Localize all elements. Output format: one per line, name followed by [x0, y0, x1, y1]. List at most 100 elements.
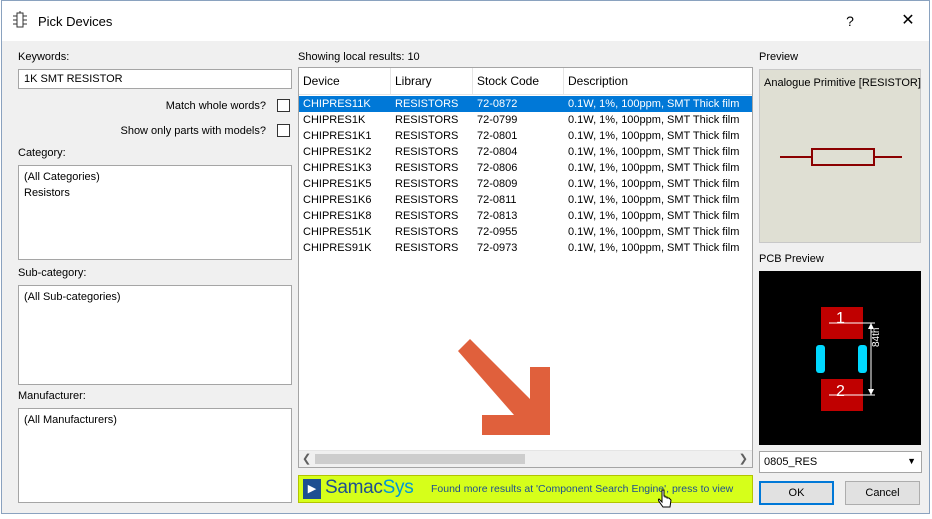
arrow-pointer-icon [458, 339, 550, 435]
table-cell: RESISTORS [395, 226, 459, 238]
list-item[interactable]: (All Categories) [19, 169, 291, 185]
table-cell: RESISTORS [395, 114, 459, 126]
table-row[interactable]: CHIPRES51K RESISTORS 72-0955 0.1W, 1%, 100p… [299, 224, 752, 240]
table-row[interactable]: CHIPRES11K RESISTORS 72-0872 0.1W, 1%, 100p… [299, 96, 752, 112]
scroll-right-icon[interactable]: ❯ [739, 452, 748, 465]
table-cell: CHIPRES1K5 [303, 178, 372, 190]
pcb-preview: 1 2 84th [759, 271, 921, 445]
scroll-thumb[interactable] [315, 454, 525, 464]
table-cell: CHIPRES51K [303, 226, 372, 238]
column-header-device[interactable]: Device [299, 68, 391, 95]
resistor-symbol-icon [780, 148, 902, 166]
table-cell: RESISTORS [395, 194, 459, 206]
pcb-footprint-icon [816, 307, 875, 411]
pin-2-label: 2 [836, 383, 845, 400]
table-cell: 0.1W, 1%, 100ppm, SMT Thick film [568, 162, 740, 174]
table-row[interactable]: CHIPRES1K2 RESISTORS 72-0804 0.1W, 1%, 100p… [299, 144, 752, 160]
list-item[interactable]: (All Manufacturers) [19, 412, 291, 428]
table-cell: 72-0809 [477, 178, 518, 190]
pcb-preview-label: PCB Preview [759, 253, 824, 265]
cancel-button[interactable]: Cancel [845, 481, 920, 505]
pick-devices-dialog: Pick Devices ? ✕ Keywords: 1K SMT RESIST… [1, 0, 930, 514]
package-value: 0805_RES [764, 456, 818, 468]
mouse-cursor-icon [658, 489, 672, 508]
table-row[interactable]: CHIPRES91K RESISTORS 72-0973 0.1W, 1%, 100p… [299, 240, 752, 256]
table-cell: 72-0804 [477, 146, 518, 158]
table-cell: 72-0955 [477, 226, 518, 238]
component-search-banner[interactable]: ▶ SamacSys Found more results at 'Compon… [298, 475, 753, 503]
table-cell: 0.1W, 1%, 100ppm, SMT Thick film [568, 178, 740, 190]
match-whole-words-checkbox[interactable] [277, 99, 290, 112]
column-header-library[interactable]: Library [391, 68, 473, 95]
keywords-value: 1K SMT RESISTOR [24, 73, 123, 85]
dimension-label: 84th [871, 327, 882, 347]
table-cell: CHIPRES1K2 [303, 146, 372, 158]
table-cell: RESISTORS [395, 162, 459, 174]
column-header-stock-code[interactable]: Stock Code [473, 68, 564, 95]
table-cell: CHIPRES1K8 [303, 210, 372, 222]
table-cell: 0.1W, 1%, 100ppm, SMT Thick film [568, 194, 740, 206]
help-button[interactable]: ? [838, 11, 862, 31]
show-models-label: Show only parts with models? [120, 125, 266, 137]
table-cell: RESISTORS [395, 130, 459, 142]
table-cell: 72-0806 [477, 162, 518, 174]
title-bar: Pick Devices ? ✕ [2, 1, 929, 41]
table-cell: 0.1W, 1%, 100ppm, SMT Thick film [568, 226, 740, 238]
scroll-left-icon[interactable]: ❮ [302, 452, 311, 465]
table-body: CHIPRES11K RESISTORS 72-0872 0.1W, 1%, 100p… [299, 96, 752, 256]
show-models-checkbox[interactable] [277, 124, 290, 137]
table-cell: RESISTORS [395, 178, 459, 190]
column-header-description[interactable]: Description [564, 68, 752, 95]
table-cell: RESISTORS [395, 98, 459, 110]
table-row[interactable]: CHIPRES1K8 RESISTORS 72-0813 0.1W, 1%, 100p… [299, 208, 752, 224]
table-cell: 0.1W, 1%, 100ppm, SMT Thick film [568, 210, 740, 222]
table-cell: 72-0801 [477, 130, 518, 142]
horizontal-scrollbar[interactable]: ❮ ❯ [299, 450, 752, 467]
table-cell: 0.1W, 1%, 100ppm, SMT Thick film [568, 242, 740, 254]
list-item[interactable]: (All Sub-categories) [19, 289, 291, 305]
table-cell: RESISTORS [395, 146, 459, 158]
table-row[interactable]: CHIPRES1K RESISTORS 72-0799 0.1W, 1%, 100pp… [299, 112, 752, 128]
keywords-label: Keywords: [18, 51, 70, 63]
table-cell: CHIPRES1K6 [303, 194, 372, 206]
schematic-preview: Analogue Primitive [RESISTOR] [759, 69, 921, 243]
keywords-input[interactable]: 1K SMT RESISTOR [18, 69, 292, 89]
table-cell: 0.1W, 1%, 100ppm, SMT Thick film [568, 114, 740, 126]
table-cell: 72-0973 [477, 242, 518, 254]
table-cell: 0.1W, 1%, 100ppm, SMT Thick film [568, 98, 740, 110]
window-title: Pick Devices [38, 14, 113, 29]
manufacturer-label: Manufacturer: [18, 390, 86, 402]
table-row[interactable]: CHIPRES1K3 RESISTORS 72-0806 0.1W, 1%, 100p… [299, 160, 752, 176]
package-select[interactable]: 0805_RES ▼ [759, 451, 922, 473]
subcategory-label: Sub-category: [18, 267, 87, 279]
table-cell: CHIPRES1K [303, 114, 366, 126]
table-cell: 72-0872 [477, 98, 518, 110]
category-label: Category: [18, 147, 66, 159]
table-cell: 72-0813 [477, 210, 518, 222]
manufacturer-list[interactable]: (All Manufacturers) [18, 408, 292, 503]
table-cell: 0.1W, 1%, 100ppm, SMT Thick film [568, 130, 740, 142]
match-whole-words-label: Match whole words? [165, 100, 266, 112]
table-cell: 0.1W, 1%, 100ppm, SMT Thick film [568, 146, 740, 158]
table-cell: 72-0811 [477, 194, 517, 206]
table-cell: RESISTORS [395, 210, 459, 222]
table-row[interactable]: CHIPRES1K5 RESISTORS 72-0809 0.1W, 1%, 100p… [299, 176, 752, 192]
list-item[interactable]: Resistors [19, 185, 291, 201]
table-cell: CHIPRES11K [303, 98, 371, 110]
table-header: Device Library Stock Code Description [299, 68, 752, 95]
table-cell: 72-0799 [477, 114, 518, 126]
pin-1-label: 1 [836, 310, 845, 327]
banner-message: Found more results at 'Component Search … [431, 483, 734, 495]
ok-button[interactable]: OK [759, 481, 834, 505]
category-list[interactable]: (All Categories) Resistors [18, 165, 292, 260]
table-row[interactable]: CHIPRES1K1 RESISTORS 72-0801 0.1W, 1%, 100p… [299, 128, 752, 144]
subcategory-list[interactable]: (All Sub-categories) [18, 285, 292, 385]
close-button[interactable]: ✕ [896, 11, 920, 31]
samacsys-brand: SamacSys [325, 477, 414, 498]
samacsys-logo-icon: ▶ [303, 479, 321, 499]
table-cell: RESISTORS [395, 242, 459, 254]
table-cell: CHIPRES91K [303, 242, 372, 254]
device-chip-icon [13, 11, 27, 28]
table-row[interactable]: CHIPRES1K6 RESISTORS 72-0811 0.1W, 1%, 100p… [299, 192, 752, 208]
preview-label: Preview [759, 51, 799, 63]
